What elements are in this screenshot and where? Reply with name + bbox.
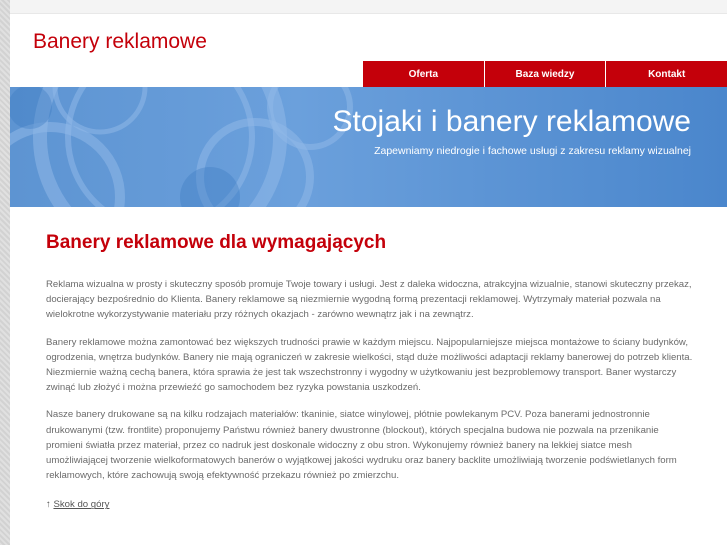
- nav-item-kontakt[interactable]: Kontakt: [605, 61, 727, 87]
- top-strip: [10, 0, 727, 14]
- main-content: Banery reklamowe dla wymagających Reklam…: [46, 232, 696, 510]
- back-to-top-link[interactable]: Skok do góry: [53, 499, 109, 510]
- paragraph-1: Reklama wizualna w prosty i skuteczny sp…: [46, 279, 692, 321]
- paragraph-2: Banery reklamowe można zamontować bez wi…: [46, 336, 693, 394]
- main-nav: Oferta Baza wiedzy Kontakt: [363, 61, 727, 87]
- nav-item-oferta[interactable]: Oferta: [363, 61, 484, 87]
- back-to-top: ↑ Skok do góry: [46, 499, 696, 510]
- banner-title: Stojaki i banery reklamowe: [332, 105, 692, 138]
- site-title[interactable]: Banery reklamowe: [33, 30, 207, 54]
- banner-subtitle: Zapewniamy niedrogie i fachowe usługi z …: [374, 145, 691, 157]
- hero-banner: Stojaki i banery reklamowe Zapewniamy ni…: [10, 87, 727, 207]
- page: Banery reklamowe Oferta Baza wiedzy Kont…: [10, 0, 727, 545]
- paragraph-3: Nasze banery drukowane są na kilku rodza…: [46, 409, 677, 482]
- nav-item-baza-wiedzy[interactable]: Baza wiedzy: [483, 61, 606, 87]
- page-heading: Banery reklamowe dla wymagających: [46, 232, 387, 253]
- arrow-up-icon: ↑: [46, 499, 51, 511]
